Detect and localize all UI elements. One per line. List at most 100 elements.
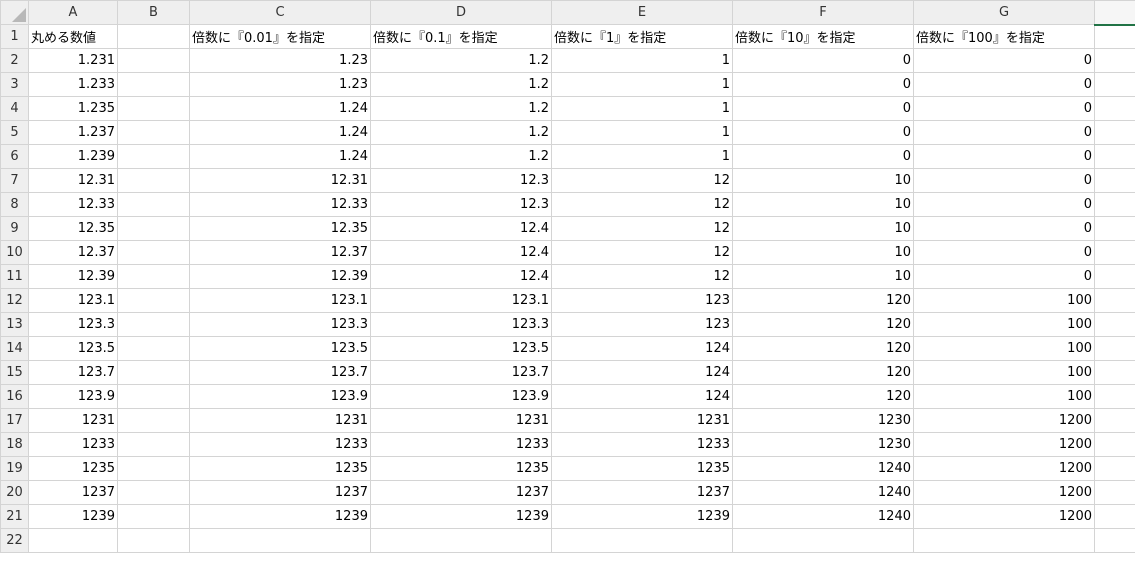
cell-c14[interactable]: 123.5 xyxy=(189,336,371,361)
column-header-b[interactable]: B xyxy=(117,0,190,25)
cell-c4[interactable]: 1.24 xyxy=(189,96,371,121)
cell-e5[interactable]: 1 xyxy=(551,120,733,145)
cell-b1[interactable] xyxy=(117,24,190,49)
cell-e3[interactable]: 1 xyxy=(551,72,733,97)
cell-b17[interactable] xyxy=(117,408,190,433)
cell-h19[interactable] xyxy=(1094,456,1135,481)
cell-b12[interactable] xyxy=(117,288,190,313)
cell-a8[interactable]: 12.33 xyxy=(28,192,118,217)
cell-c12[interactable]: 123.1 xyxy=(189,288,371,313)
cell-g8[interactable]: 0 xyxy=(913,192,1095,217)
cell-e19[interactable]: 1235 xyxy=(551,456,733,481)
cell-e21[interactable]: 1239 xyxy=(551,504,733,529)
cell-a19[interactable]: 1235 xyxy=(28,456,118,481)
cell-e11[interactable]: 12 xyxy=(551,264,733,289)
cell-d4[interactable]: 1.2 xyxy=(370,96,552,121)
cell-c2[interactable]: 1.23 xyxy=(189,48,371,73)
row-header[interactable]: 20 xyxy=(0,480,29,505)
row-header[interactable]: 8 xyxy=(0,192,29,217)
row-header[interactable]: 17 xyxy=(0,408,29,433)
cell-a6[interactable]: 1.239 xyxy=(28,144,118,169)
cell-g3[interactable]: 0 xyxy=(913,72,1095,97)
cell-f11[interactable]: 10 xyxy=(732,264,914,289)
cell-b18[interactable] xyxy=(117,432,190,457)
cell-d13[interactable]: 123.3 xyxy=(370,312,552,337)
cell-g21[interactable]: 1200 xyxy=(913,504,1095,529)
cell-g14[interactable]: 100 xyxy=(913,336,1095,361)
cell-h18[interactable] xyxy=(1094,432,1135,457)
cell-e17[interactable]: 1231 xyxy=(551,408,733,433)
cell-b22[interactable] xyxy=(117,528,190,553)
cell-e14[interactable]: 124 xyxy=(551,336,733,361)
cell-e13[interactable]: 123 xyxy=(551,312,733,337)
cell-h1[interactable] xyxy=(1094,24,1135,49)
cell-h15[interactable] xyxy=(1094,360,1135,385)
cell-f19[interactable]: 1240 xyxy=(732,456,914,481)
column-header-c[interactable]: C xyxy=(189,0,371,25)
cell-g7[interactable]: 0 xyxy=(913,168,1095,193)
row-header[interactable]: 12 xyxy=(0,288,29,313)
cell-h14[interactable] xyxy=(1094,336,1135,361)
cell-f22[interactable] xyxy=(732,528,914,553)
cell-g13[interactable]: 100 xyxy=(913,312,1095,337)
cell-g17[interactable]: 1200 xyxy=(913,408,1095,433)
cell-h8[interactable] xyxy=(1094,192,1135,217)
cell-f6[interactable]: 0 xyxy=(732,144,914,169)
cell-a22[interactable] xyxy=(28,528,118,553)
cell-e8[interactable]: 12 xyxy=(551,192,733,217)
cell-b4[interactable] xyxy=(117,96,190,121)
cell-f15[interactable]: 120 xyxy=(732,360,914,385)
cell-g15[interactable]: 100 xyxy=(913,360,1095,385)
cell-a3[interactable]: 1.233 xyxy=(28,72,118,97)
cell-b8[interactable] xyxy=(117,192,190,217)
cell-d20[interactable]: 1237 xyxy=(370,480,552,505)
cell-c20[interactable]: 1237 xyxy=(189,480,371,505)
cell-e9[interactable]: 12 xyxy=(551,216,733,241)
cell-h6[interactable] xyxy=(1094,144,1135,169)
cell-c9[interactable]: 12.35 xyxy=(189,216,371,241)
cell-f17[interactable]: 1230 xyxy=(732,408,914,433)
cell-g16[interactable]: 100 xyxy=(913,384,1095,409)
column-header-g[interactable]: G xyxy=(913,0,1095,25)
column-header-d[interactable]: D xyxy=(370,0,552,25)
cell-f2[interactable]: 0 xyxy=(732,48,914,73)
cell-e6[interactable]: 1 xyxy=(551,144,733,169)
cell-h22[interactable] xyxy=(1094,528,1135,553)
cell-d17[interactable]: 1231 xyxy=(370,408,552,433)
column-header-h[interactable] xyxy=(1094,0,1135,26)
cell-f18[interactable]: 1230 xyxy=(732,432,914,457)
column-header-a[interactable]: A xyxy=(28,0,118,25)
cell-b7[interactable] xyxy=(117,168,190,193)
cell-h2[interactable] xyxy=(1094,48,1135,73)
cell-e18[interactable]: 1233 xyxy=(551,432,733,457)
cell-c22[interactable] xyxy=(189,528,371,553)
row-header[interactable]: 7 xyxy=(0,168,29,193)
cell-h10[interactable] xyxy=(1094,240,1135,265)
cell-b16[interactable] xyxy=(117,384,190,409)
cell-d19[interactable]: 1235 xyxy=(370,456,552,481)
cell-g18[interactable]: 1200 xyxy=(913,432,1095,457)
cell-e2[interactable]: 1 xyxy=(551,48,733,73)
cell-c8[interactable]: 12.33 xyxy=(189,192,371,217)
cell-g5[interactable]: 0 xyxy=(913,120,1095,145)
cell-b13[interactable] xyxy=(117,312,190,337)
cell-f14[interactable]: 120 xyxy=(732,336,914,361)
cell-h16[interactable] xyxy=(1094,384,1135,409)
cell-a7[interactable]: 12.31 xyxy=(28,168,118,193)
cell-b20[interactable] xyxy=(117,480,190,505)
cell-c11[interactable]: 12.39 xyxy=(189,264,371,289)
cell-h13[interactable] xyxy=(1094,312,1135,337)
cell-c17[interactable]: 1231 xyxy=(189,408,371,433)
cell-c18[interactable]: 1233 xyxy=(189,432,371,457)
cell-d6[interactable]: 1.2 xyxy=(370,144,552,169)
row-header[interactable]: 3 xyxy=(0,72,29,97)
row-header[interactable]: 2 xyxy=(0,48,29,73)
cell-g4[interactable]: 0 xyxy=(913,96,1095,121)
cell-e16[interactable]: 124 xyxy=(551,384,733,409)
cell-b11[interactable] xyxy=(117,264,190,289)
cell-f9[interactable]: 10 xyxy=(732,216,914,241)
cell-g9[interactable]: 0 xyxy=(913,216,1095,241)
cell-a9[interactable]: 12.35 xyxy=(28,216,118,241)
cell-f12[interactable]: 120 xyxy=(732,288,914,313)
cell-h11[interactable] xyxy=(1094,264,1135,289)
